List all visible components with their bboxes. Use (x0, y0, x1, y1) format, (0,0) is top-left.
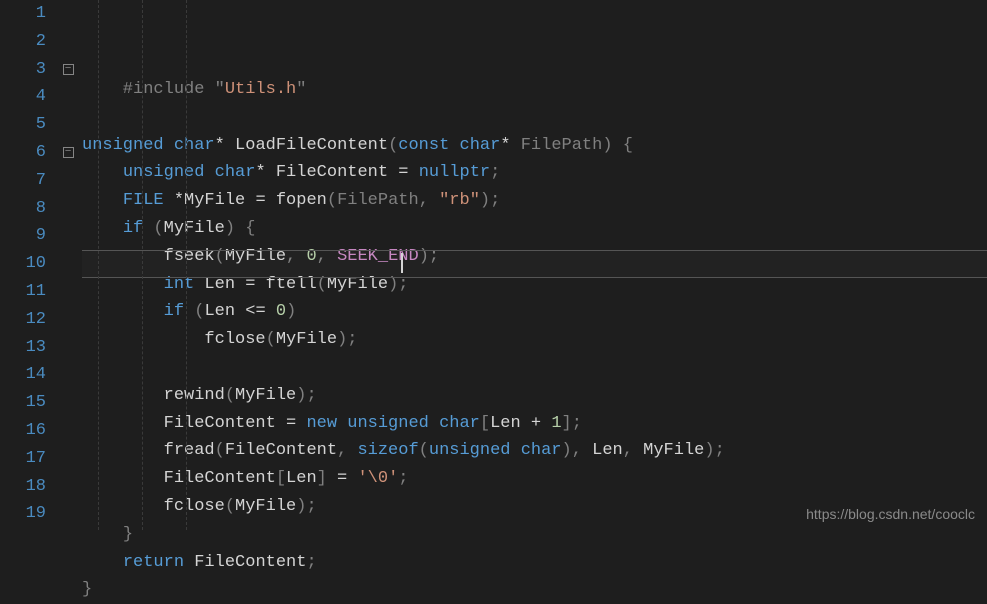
line-number: 18 (0, 473, 46, 501)
text-cursor (401, 253, 403, 273)
watermark-text: https://blog.csdn.net/cooclc (806, 506, 975, 522)
current-line-highlight (82, 250, 987, 278)
line-number: 13 (0, 334, 46, 362)
fold-collapse-icon[interactable]: − (63, 147, 74, 158)
indent-guide (142, 0, 143, 530)
fold-cell (54, 417, 82, 445)
code-editor[interactable]: 12345678910111213141516171819 −− #includ… (0, 0, 987, 530)
fold-gutter[interactable]: −− (54, 0, 82, 530)
line-number: 15 (0, 389, 46, 417)
fold-cell[interactable]: − (54, 56, 82, 84)
fold-cell (54, 473, 82, 501)
line-number: 1 (0, 0, 46, 28)
line-number: 10 (0, 250, 46, 278)
fold-cell (54, 167, 82, 195)
fold-cell (54, 389, 82, 417)
fold-cell (54, 445, 82, 473)
line-number: 11 (0, 278, 46, 306)
code-line[interactable] (82, 104, 987, 132)
code-area[interactable]: #include "Utils.h" unsigned char* LoadFi… (82, 0, 987, 530)
code-line[interactable]: } (82, 576, 987, 604)
code-line[interactable]: FileContent = new unsigned char[Len + 1]… (82, 410, 987, 438)
code-line[interactable]: if (Len <= 0) (82, 298, 987, 326)
fold-cell (54, 278, 82, 306)
fold-cell (54, 250, 82, 278)
code-line[interactable]: #include "Utils.h" (82, 76, 987, 104)
line-number: 2 (0, 28, 46, 56)
fold-collapse-icon[interactable]: − (63, 64, 74, 75)
code-line[interactable]: rewind(MyFile); (82, 382, 987, 410)
indent-guide (98, 0, 99, 530)
line-number: 8 (0, 195, 46, 223)
code-line[interactable]: unsigned char* FileContent = nullptr; (82, 159, 987, 187)
fold-cell (54, 361, 82, 389)
code-line[interactable] (82, 354, 987, 382)
code-line[interactable]: unsigned char* LoadFileContent(const cha… (82, 132, 987, 160)
line-number: 12 (0, 306, 46, 334)
fold-cell (54, 334, 82, 362)
code-line[interactable]: if (MyFile) { (82, 215, 987, 243)
line-number: 17 (0, 445, 46, 473)
line-number: 16 (0, 417, 46, 445)
fold-cell (54, 83, 82, 111)
line-number: 7 (0, 167, 46, 195)
fold-cell (54, 28, 82, 56)
code-line[interactable]: fclose(MyFile); (82, 326, 987, 354)
fold-cell (54, 111, 82, 139)
code-line[interactable]: fread(FileContent, sizeof(unsigned char)… (82, 437, 987, 465)
line-number: 3 (0, 56, 46, 84)
fold-cell (54, 222, 82, 250)
code-line[interactable]: } (82, 521, 987, 549)
fold-cell (54, 306, 82, 334)
code-line[interactable]: FILE *MyFile = fopen(FilePath, "rb"); (82, 187, 987, 215)
line-number: 9 (0, 222, 46, 250)
line-number: 19 (0, 500, 46, 528)
line-number: 6 (0, 139, 46, 167)
code-line[interactable]: return FileContent; (82, 549, 987, 577)
fold-cell (54, 500, 82, 528)
fold-cell (54, 0, 82, 28)
fold-cell (54, 195, 82, 223)
fold-cell[interactable]: − (54, 139, 82, 167)
indent-guide (186, 0, 187, 530)
code-line[interactable]: FileContent[Len] = '\0'; (82, 465, 987, 493)
line-number: 14 (0, 361, 46, 389)
line-number: 4 (0, 83, 46, 111)
line-number: 5 (0, 111, 46, 139)
line-number-gutter: 12345678910111213141516171819 (0, 0, 54, 530)
